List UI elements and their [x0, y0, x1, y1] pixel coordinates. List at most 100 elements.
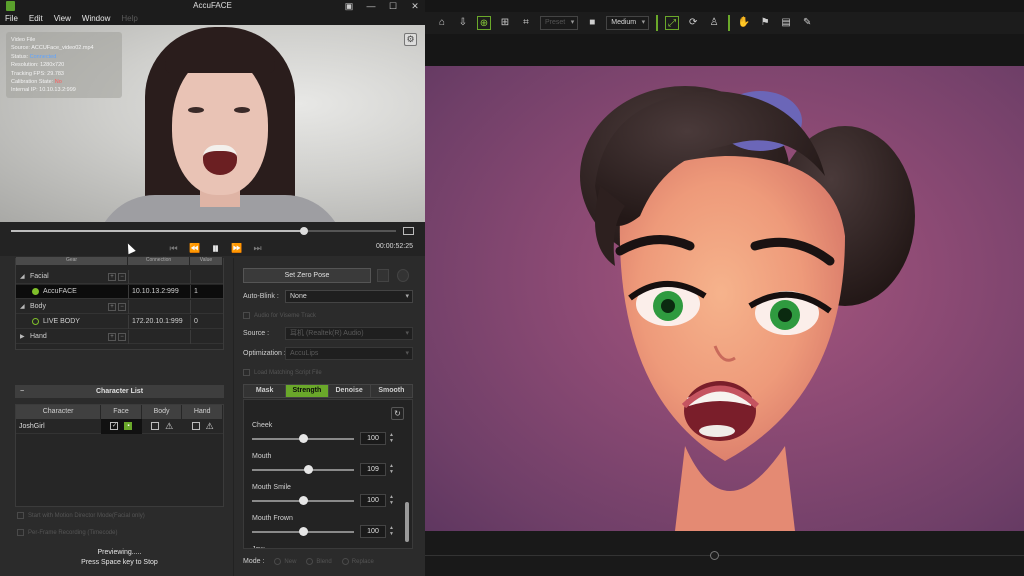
progress-slider[interactable] [11, 227, 396, 235]
preset-select[interactable]: Preset [540, 16, 579, 30]
tab-mask[interactable]: Mask [244, 385, 287, 397]
audio-viseme-checkbox[interactable] [243, 312, 250, 319]
home-icon[interactable]: ⌂ [435, 16, 449, 30]
slider-knob[interactable] [299, 496, 308, 505]
tree-row-hand[interactable]: ▶ Hand + − [16, 329, 223, 344]
character-row[interactable]: JoshGirl ✓ ▪ ⚠ ⚠ [16, 418, 223, 434]
rewind-icon[interactable]: ⏪ [189, 243, 200, 254]
timeline-scrubber[interactable] [710, 551, 719, 560]
menu-file[interactable]: File [5, 14, 18, 23]
skip-end-icon[interactable]: ⏭ [252, 243, 263, 254]
flag-icon[interactable]: ⚑ [758, 16, 772, 30]
body-enable-checkbox[interactable] [151, 422, 160, 430]
add-icon[interactable]: + [108, 332, 116, 341]
quality-select[interactable]: Medium [606, 16, 650, 30]
fit-view-icon[interactable]: ⊕ [477, 16, 491, 30]
slider-value-input[interactable]: 109 [360, 463, 386, 476]
mode-new-radio[interactable]: New [274, 558, 296, 565]
collapse-minus-icon[interactable]: − [20, 385, 24, 398]
tree-row-live-body[interactable]: LIVE BODY 172.20.10.1:999 0 [16, 314, 223, 329]
clipboard-icon[interactable]: ▤ [779, 16, 793, 30]
transform-icon[interactable]: ⤢ [665, 16, 680, 30]
restore-icon[interactable]: ▣ [343, 0, 355, 12]
header-hand[interactable]: Hand [182, 405, 223, 419]
slider-value-input[interactable]: 100 [360, 525, 386, 538]
mode-replace-radio[interactable]: Replace [341, 558, 374, 565]
add-icon[interactable]: + [108, 302, 116, 311]
frame-icon[interactable]: ⌗ [519, 16, 533, 30]
menu-edit[interactable]: Edit [29, 14, 43, 23]
grid-view-icon[interactable]: ⊞ [498, 16, 512, 30]
slider-value-input[interactable]: 100 [360, 494, 386, 507]
slider-track[interactable] [252, 469, 354, 471]
rotate-icon[interactable]: ⟳ [686, 16, 700, 30]
header-character[interactable]: Character [16, 405, 102, 419]
menu-window[interactable]: Window [82, 14, 110, 23]
mode-blend-radio[interactable]: Blend [306, 558, 332, 565]
spinner-arrows-icon[interactable]: ▲ ▼ [388, 463, 395, 476]
header-gear[interactable]: Gear [16, 257, 128, 265]
slider-value-input[interactable]: 100 [360, 432, 386, 445]
fullscreen-icon[interactable] [403, 227, 414, 235]
fast-forward-icon[interactable]: ⏩ [231, 243, 242, 254]
tree-row-accuface[interactable]: AccuFACE 10.10.13.2:999 1 [16, 284, 223, 299]
face-device-icon[interactable]: ▪ [124, 422, 133, 430]
pen-icon[interactable]: ✎ [800, 16, 814, 30]
motion-director-option[interactable]: Start with Motion Director Mode(Facial o… [17, 512, 145, 519]
per-frame-checkbox[interactable] [17, 529, 24, 536]
camera-icon[interactable]: ■ [585, 16, 599, 30]
timeline-track[interactable] [425, 555, 1024, 556]
spinner-arrows-icon[interactable]: ▲ ▼ [388, 432, 395, 445]
pose-reset-icon[interactable] [397, 269, 409, 282]
person-icon[interactable]: ♙ [707, 16, 721, 30]
remove-icon[interactable]: − [118, 332, 126, 341]
maximize-button[interactable]: ☐ [387, 0, 399, 12]
spinner-arrows-icon[interactable]: ▲ ▼ [388, 525, 395, 538]
hand-icon[interactable]: ✋ [737, 16, 751, 30]
close-button[interactable]: ✕ [409, 0, 421, 12]
tab-denoise[interactable]: Denoise [328, 385, 371, 397]
face-enable-checkbox[interactable]: ✓ [110, 422, 119, 430]
expand-icon[interactable]: ◢ [20, 273, 30, 280]
auto-blink-select[interactable]: None [285, 290, 413, 303]
slider-knob[interactable] [299, 434, 308, 443]
slider-knob[interactable] [304, 465, 314, 474]
header-connection[interactable]: Connection [128, 257, 190, 265]
import-icon[interactable]: ⇩ [456, 16, 470, 30]
tab-strength[interactable]: Strength [286, 385, 329, 397]
tree-row-body[interactable]: ◢ Body + − [16, 299, 223, 314]
set-zero-pose-button[interactable]: Set Zero Pose [243, 268, 371, 283]
slider-knob[interactable] [299, 527, 308, 536]
collapse-icon[interactable]: ▶ [20, 333, 30, 340]
skip-start-icon[interactable]: ⏮ [168, 243, 179, 254]
pose-option-icon[interactable] [377, 269, 389, 282]
header-face[interactable]: Face [101, 405, 142, 419]
remove-icon[interactable]: − [118, 272, 126, 281]
tree-row-facial[interactable]: ◢ Facial + − [16, 269, 223, 284]
hand-enable-checkbox[interactable] [191, 422, 200, 430]
optimization-select[interactable]: AccuLips [285, 347, 413, 360]
remove-icon[interactable]: − [118, 302, 126, 311]
panel-scrollbar[interactable] [405, 502, 409, 542]
motion-director-checkbox[interactable] [17, 512, 24, 519]
load-script-option[interactable]: Load Matching Script File [243, 369, 322, 376]
reset-refresh-icon[interactable]: ↻ [391, 407, 404, 420]
source-select[interactable]: 耳机 (Realtek(R) Audio) [285, 327, 413, 340]
expand-icon[interactable]: ◢ [20, 303, 30, 310]
menu-help[interactable]: Help [121, 14, 137, 23]
add-icon[interactable]: + [108, 272, 116, 281]
3d-viewport[interactable] [425, 66, 1024, 531]
tab-smooth[interactable]: Smooth [370, 385, 412, 397]
character-list-header[interactable]: − Character List [15, 385, 224, 398]
pause-icon[interactable]: ⏸ [210, 240, 221, 257]
audio-viseme-option[interactable]: Audio for Viseme Track [243, 312, 316, 319]
progress-knob[interactable] [299, 227, 308, 235]
minimize-button[interactable]: — [365, 0, 377, 12]
settings-gear-icon[interactable]: ⚙ [404, 33, 417, 46]
header-value[interactable]: Value [190, 257, 223, 265]
menu-view[interactable]: View [54, 14, 71, 23]
spinner-arrows-icon[interactable]: ▲ ▼ [388, 494, 395, 507]
per-frame-option[interactable]: Per-Frame Recording (Timecode) [17, 529, 117, 536]
load-script-checkbox[interactable] [243, 369, 250, 376]
header-body[interactable]: Body [142, 405, 183, 419]
